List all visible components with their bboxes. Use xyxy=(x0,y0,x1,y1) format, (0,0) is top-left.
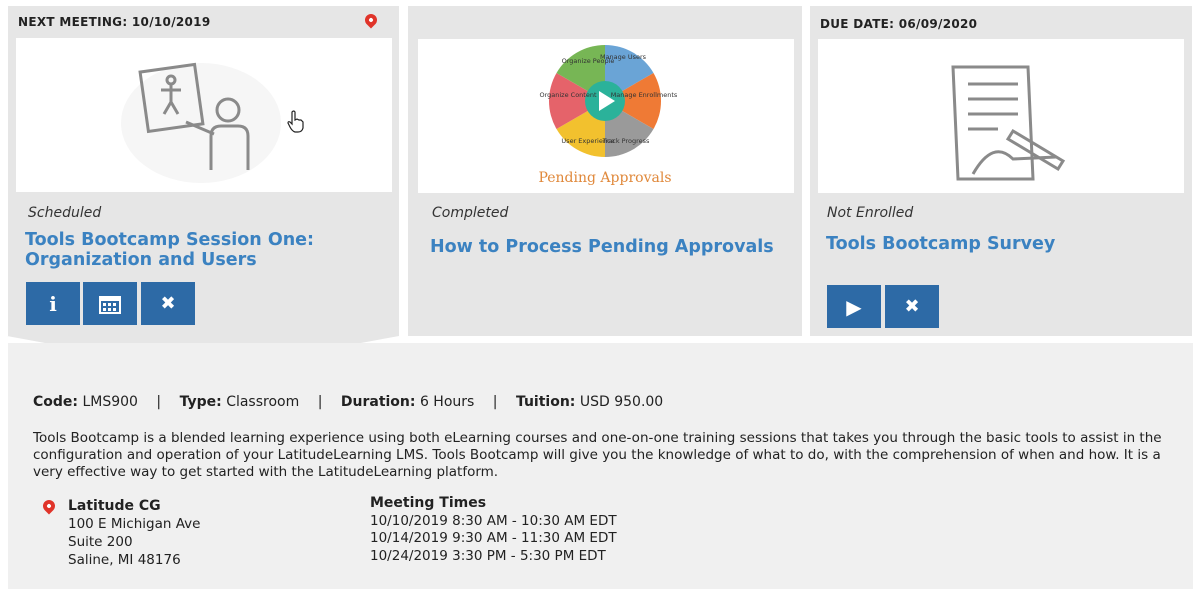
close-icon: ✖ xyxy=(160,293,176,314)
course-thumbnail[interactable] xyxy=(818,39,1184,193)
map-pin-icon xyxy=(362,11,380,29)
cancel-button[interactable]: ✖ xyxy=(141,282,195,325)
course-title-link[interactable]: Tools Bootcamp Survey xyxy=(826,234,1156,254)
survey-document-icon xyxy=(951,65,1066,181)
type-value: Classroom xyxy=(226,394,300,410)
course-title-link[interactable]: How to Process Pending Approvals xyxy=(430,237,790,257)
course-title-link[interactable]: Tools Bootcamp Session One: Organization… xyxy=(25,230,355,270)
course-meta: Code: LMS900 | Type: Classroom | Duratio… xyxy=(33,394,663,410)
type-label: Type: xyxy=(179,394,222,410)
thumb-caption: Pending Approvals xyxy=(538,170,671,186)
code-label: Code: xyxy=(33,394,79,410)
meeting-time: 10/14/2019 9:30 AM - 11:30 AM EDT xyxy=(370,530,617,546)
status-label: Not Enrolled xyxy=(827,205,914,221)
wheel-label: Manage Users xyxy=(600,53,647,61)
separator: | xyxy=(317,394,323,410)
next-meeting-label: NEXT MEETING: 10/10/2019 xyxy=(18,15,211,29)
location-name: Latitude CG xyxy=(68,498,161,514)
due-date-label: DUE DATE: 06/09/2020 xyxy=(820,17,978,31)
info-button[interactable]: i xyxy=(26,282,80,325)
separator: | xyxy=(156,394,162,410)
duration-label: Duration: xyxy=(340,394,416,410)
address-line: 100 E Michigan Ave xyxy=(68,516,201,532)
status-label: Scheduled xyxy=(28,205,102,221)
presenter-illustration-icon xyxy=(121,62,281,183)
tuition-value: USD 950.00 xyxy=(579,394,664,410)
meeting-time: 10/24/2019 3:30 PM - 5:30 PM EDT xyxy=(370,547,606,564)
location-block: Latitude CG 100 E Michigan Ave Suite 200… xyxy=(68,497,200,569)
course-card-session-one: NEXT MEETING: 10/10/2019 Scheduled Tools… xyxy=(8,6,399,336)
launch-button[interactable]: ▶ xyxy=(827,285,881,328)
course-thumbnail[interactable] xyxy=(16,38,392,192)
calendar-button[interactable] xyxy=(83,282,137,325)
meeting-times-heading: Meeting Times xyxy=(370,495,487,511)
wheel-label: Organize Content xyxy=(539,91,596,99)
separator: | xyxy=(492,394,498,410)
wheel-label: User Experience xyxy=(561,137,614,145)
wheel-label: Manage Enrollments xyxy=(611,91,678,99)
duration-value: 6 Hours xyxy=(419,394,475,410)
course-description: Tools Bootcamp is a blended learning exp… xyxy=(33,430,1162,480)
address-line: Saline, MI 48176 xyxy=(68,552,181,568)
play-icon: ▶ xyxy=(846,294,862,319)
address-line: Suite 200 xyxy=(68,534,133,550)
close-icon: ✖ xyxy=(904,296,920,317)
hand-cursor-icon xyxy=(287,110,304,133)
course-details-panel: Code: LMS900 | Type: Classroom | Duratio… xyxy=(8,343,1193,589)
calendar-icon xyxy=(99,295,121,314)
cancel-button[interactable]: ✖ xyxy=(885,285,939,328)
tuition-label: Tuition: xyxy=(515,394,576,410)
info-icon: i xyxy=(49,291,57,316)
course-card-survey: DUE DATE: 06/09/2020 Not Enrolled Tools … xyxy=(810,6,1192,336)
lms-wheel-graphic: Organize People Manage Users Manage Enro… xyxy=(538,45,678,186)
meeting-time: 10/10/2019 8:30 AM - 10:30 AM EDT xyxy=(370,512,617,529)
map-pin-icon xyxy=(40,497,58,515)
course-card-pending-approvals: Organize People Manage Users Manage Enro… xyxy=(408,6,802,336)
course-thumbnail[interactable]: Organize People Manage Users Manage Enro… xyxy=(418,39,794,193)
meeting-times: Meeting Times 10/10/2019 8:30 AM - 10:30… xyxy=(370,495,617,565)
status-label: Completed xyxy=(432,205,509,221)
code-value: LMS900 xyxy=(82,394,138,410)
